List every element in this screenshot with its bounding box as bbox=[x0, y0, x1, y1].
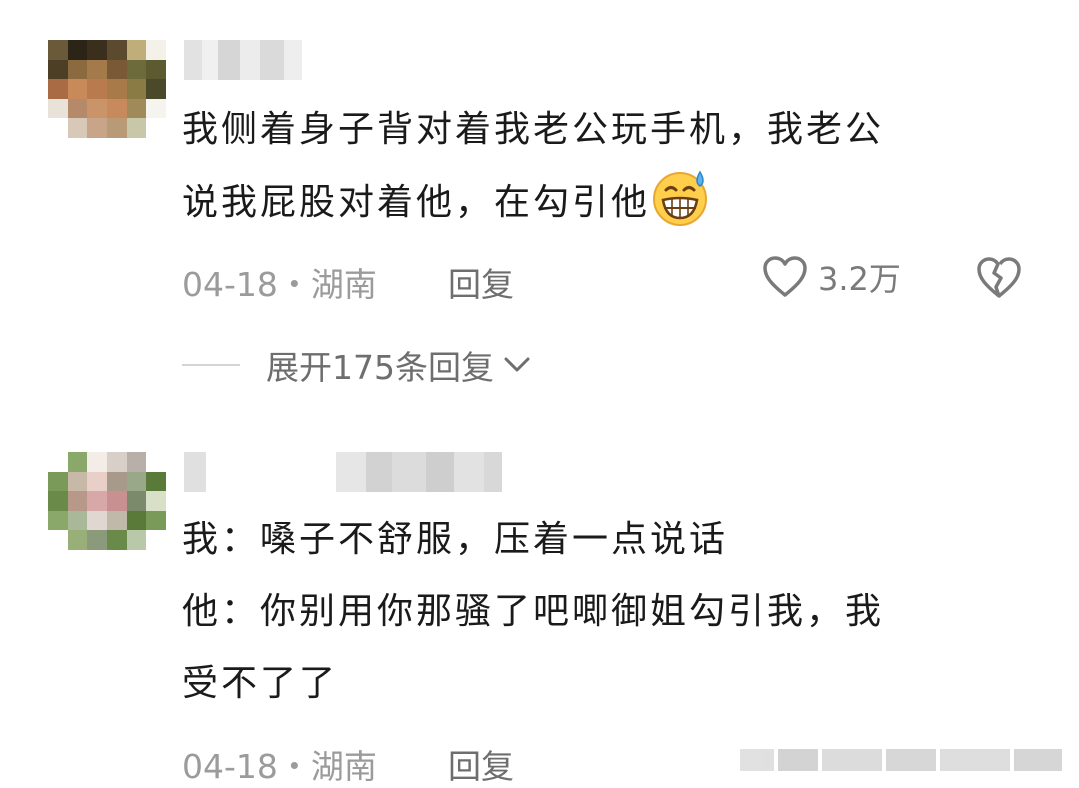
chevron-down-icon bbox=[504, 357, 530, 372]
like-button[interactable]: 3.2万 bbox=[762, 254, 901, 300]
expand-replies-button[interactable]: 展开175条回复 bbox=[182, 340, 532, 390]
username-blurred[interactable] bbox=[184, 452, 502, 492]
comment-line: 我侧着身子背对着我老公玩手机，我老公 bbox=[182, 109, 885, 150]
comment-text: 我侧着身子背对着我老公玩手机，我老公 说我屁股对着他，在勾引他 bbox=[182, 94, 1002, 239]
comment-line-text: 说我屁股对着他，在勾引他 bbox=[182, 182, 651, 223]
comment-line: 我：嗓子不舒服，压着一点说话 bbox=[182, 519, 729, 560]
avatar[interactable] bbox=[48, 40, 166, 138]
heart-icon bbox=[763, 256, 807, 297]
username-blurred[interactable] bbox=[184, 40, 302, 80]
divider-line bbox=[182, 364, 240, 366]
comment-line: 受不了了 bbox=[182, 663, 339, 704]
broken-heart-icon bbox=[977, 257, 1021, 298]
comment-line: 说我屁股对着他，在勾引他 bbox=[182, 166, 1002, 239]
expand-replies-label: 展开175条回复 bbox=[266, 348, 494, 387]
reply-button[interactable]: 回复 bbox=[448, 258, 514, 306]
dislike-button[interactable] bbox=[976, 256, 1022, 308]
date-location: 04-18・湖南 bbox=[182, 747, 377, 786]
comment-meta: 04-18・湖南 回复 3.2万 bbox=[182, 254, 1042, 304]
grinning-sweat-emoji-icon bbox=[650, 166, 712, 228]
reply-button[interactable]: 回复 bbox=[448, 740, 514, 788]
like-count: 3.2万 bbox=[818, 260, 901, 298]
date-location: 04-18・湖南 bbox=[182, 265, 377, 304]
avatar[interactable] bbox=[48, 452, 166, 550]
watermark-blurred bbox=[740, 744, 1070, 776]
comment-text: 我：嗓子不舒服，压着一点说话 他：你别用你那骚了吧唧御姐勾引我，我 受不了了 bbox=[182, 504, 1002, 720]
comment-line: 他：你别用你那骚了吧唧御姐勾引我，我 bbox=[182, 591, 885, 632]
